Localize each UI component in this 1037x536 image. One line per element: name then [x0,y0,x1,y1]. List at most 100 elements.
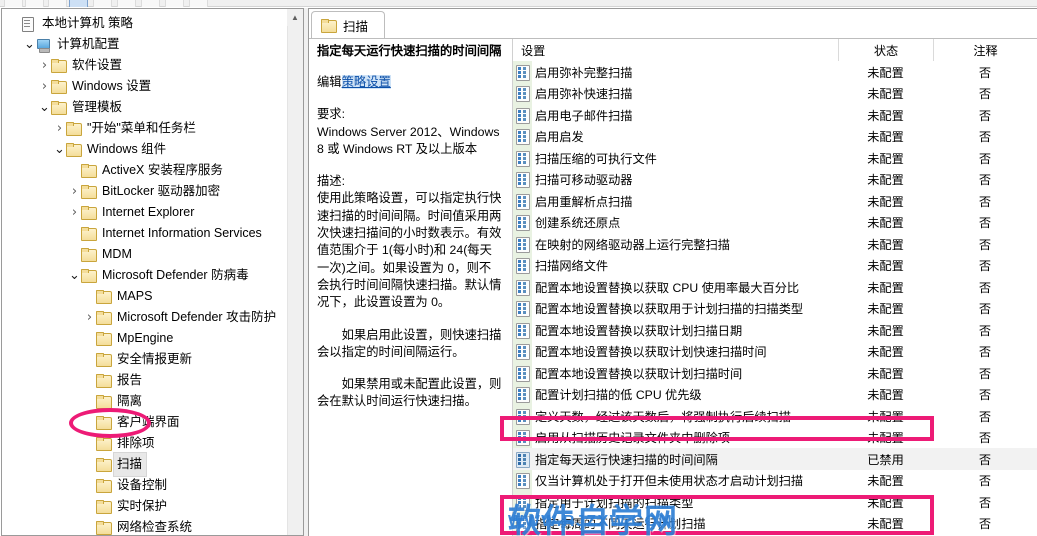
tree-item-19[interactable]: 客户端界面 [2,412,288,433]
chevron-right-icon[interactable]: › [53,118,66,139]
tree-item-6[interactable]: ⌄ Windows 组件 [2,139,288,160]
chevron-down-icon[interactable]: ⌄ [68,269,81,282]
tree-item-24[interactable]: 网络检查系统 [2,517,288,535]
tree-icon-wrap [21,16,39,32]
chevron-right-icon[interactable]: › [83,307,96,328]
column-header-setting[interactable]: 设置 [513,39,838,61]
cell-comment: 否 [978,452,992,467]
table-row[interactable]: 指定用于计划扫描的扫描类型 未配置 否 [513,491,1037,513]
table-row[interactable]: 扫描压缩的可执行文件 未配置 否 [513,147,1037,169]
tree-item-14[interactable]: › Microsoft Defender 攻击防护 [2,307,288,328]
toolbar-back-button[interactable] [4,0,23,7]
table-row[interactable]: 仅当计算机处于打开但未使用状态才启动计划扫描 未配置 否 [513,470,1037,492]
tree-item-0[interactable]: 本地计算机 策略 [2,13,288,34]
tree-scrollbar[interactable]: ▲ [287,9,303,535]
tree-icon-wrap [96,332,114,346]
setting-label: 扫描网络文件 [535,259,609,274]
folder-icon [66,122,82,136]
table-row[interactable]: 启用重解析点扫描 未配置 否 [513,190,1037,212]
column-header-comment[interactable]: 注释 [933,39,1037,61]
tab-scan[interactable]: 扫描 [311,11,386,39]
tree-item-15[interactable]: MpEngine [2,328,288,349]
chevron-right-icon[interactable]: › [38,76,51,97]
tree-icon-wrap [36,38,54,53]
table-row[interactable]: 配置本地设置替换以获取 CPU 使用率最大百分比 未配置 否 [513,276,1037,298]
table-row[interactable]: 创建系统还原点 未配置 否 [513,212,1037,234]
chevron-right-icon[interactable]: › [68,202,81,223]
tree-item-11[interactable]: MDM [2,244,288,265]
chevron-right-icon[interactable]: › [68,181,81,202]
table-row[interactable]: 启用电子邮件扫描 未配置 否 [513,104,1037,126]
tree-item-3[interactable]: › Windows 设置 [2,76,288,97]
policy-document-icon [516,86,530,103]
policy-document-icon [516,215,530,232]
toolbar-selected-button[interactable] [69,0,88,7]
table-row[interactable]: 指定每周的不同天运行计划扫描 未配置 否 [513,513,1037,535]
toolbar-forward-button[interactable] [25,0,44,7]
tree-icon-wrap [51,59,69,73]
table-row[interactable]: 启用从扫描历史记录文件夹中删除项 未配置 否 [513,427,1037,449]
tree-item-20[interactable]: 排除项 [2,433,288,454]
toolbar-help-button[interactable] [117,0,136,7]
tree-item-22[interactable]: 设备控制 [2,475,288,496]
table-row[interactable]: 在映射的网络驱动器上运行完整扫描 未配置 否 [513,233,1037,255]
policy-document-icon [516,193,530,210]
tree-item-21[interactable]: 扫描 [2,452,288,477]
table-row[interactable]: 配置本地设置替换以获取计划扫描时间 未配置 否 [513,362,1037,384]
table-row[interactable]: 配置本地设置替换以获取计划扫描日期 未配置 否 [513,319,1037,341]
cell-comment: 否 [978,173,992,188]
folder-icon [96,311,112,325]
tree-item-10[interactable]: Internet Information Services [2,223,288,244]
policy-document-icon [516,408,530,425]
folder-icon [96,416,112,430]
tree-item-4[interactable]: ⌄ 管理模板 [2,97,288,118]
tree-item-23[interactable]: 实时保护 [2,496,288,517]
tree-item-5[interactable]: › "开始"菜单和任务栏 [2,118,288,139]
toolbar-filter-button[interactable] [165,0,184,7]
tree-item-1[interactable]: ⌄ 计算机配置 [2,34,288,55]
column-header-state[interactable]: 状态 [838,39,933,61]
table-row[interactable]: 扫描网络文件 未配置 否 [513,255,1037,277]
table-row[interactable]: 配置计划扫描的低 CPU 优先级 未配置 否 [513,384,1037,406]
folder-icon [81,269,97,283]
folder-icon [96,374,112,388]
tree-item-8[interactable]: › BitLocker 驱动器加密 [2,181,288,202]
chevron-down-icon[interactable]: ⌄ [38,101,51,114]
table-row[interactable]: 定义天数，经过该天数后，将强制执行后续扫描 未配置 否 [513,405,1037,427]
toolbar-up-button[interactable] [48,0,67,7]
tree-icon-wrap [51,80,69,94]
table-row[interactable]: 启用启发 未配置 否 [513,126,1037,148]
tree-item-7[interactable]: ActiveX 安装程序服务 [2,160,288,181]
toolbar-properties-button[interactable] [93,0,112,7]
tree-item-18[interactable]: 隔离 [2,391,288,412]
tree-item-9[interactable]: › Internet Explorer [2,202,288,223]
chevron-down-icon[interactable]: ⌄ [23,38,36,51]
toolbar-export-button[interactable] [189,0,208,7]
tree-item-13[interactable]: MAPS [2,286,288,307]
toolbar-view-button[interactable] [141,0,160,7]
tree-item-12[interactable]: ⌄ Microsoft Defender 防病毒 [2,265,288,286]
tree-icon-wrap [96,458,114,472]
folder-icon [96,500,112,514]
policy-document-icon [516,516,530,533]
tree-item-2[interactable]: › 软件设置 [2,55,288,76]
cell-comment: 否 [978,87,992,102]
table-row[interactable]: 配置本地设置替换以获取计划快速扫描时间 未配置 否 [513,341,1037,363]
table-row[interactable]: 指定每天运行快速扫描的时间间隔 已禁用 否 [513,448,1037,470]
tree-item-16[interactable]: 安全情报更新 [2,349,288,370]
tree-item-label: MpEngine [117,331,174,345]
chevron-right-icon[interactable]: › [38,55,51,76]
table-row[interactable]: 扫描可移动驱动器 未配置 否 [513,169,1037,191]
policy-document-icon [516,322,530,339]
table-row[interactable]: 配置本地设置替换以获取用于计划扫描的扫描类型 未配置 否 [513,298,1037,320]
tree-icon-wrap [81,164,99,178]
policy-document-icon [516,107,530,124]
table-row[interactable]: 启用弥补完整扫描 未配置 否 [513,61,1037,83]
scroll-up-icon[interactable]: ▲ [287,9,303,26]
tree-item-17[interactable]: 报告 [2,370,288,391]
tree-icon-wrap [96,479,114,493]
table-row[interactable]: 启用弥补快速扫描 未配置 否 [513,83,1037,105]
chevron-down-icon[interactable]: ⌄ [53,143,66,156]
cell-state: 未配置 [867,517,904,532]
policy-setting-link[interactable]: 策略设置 [341,75,391,89]
